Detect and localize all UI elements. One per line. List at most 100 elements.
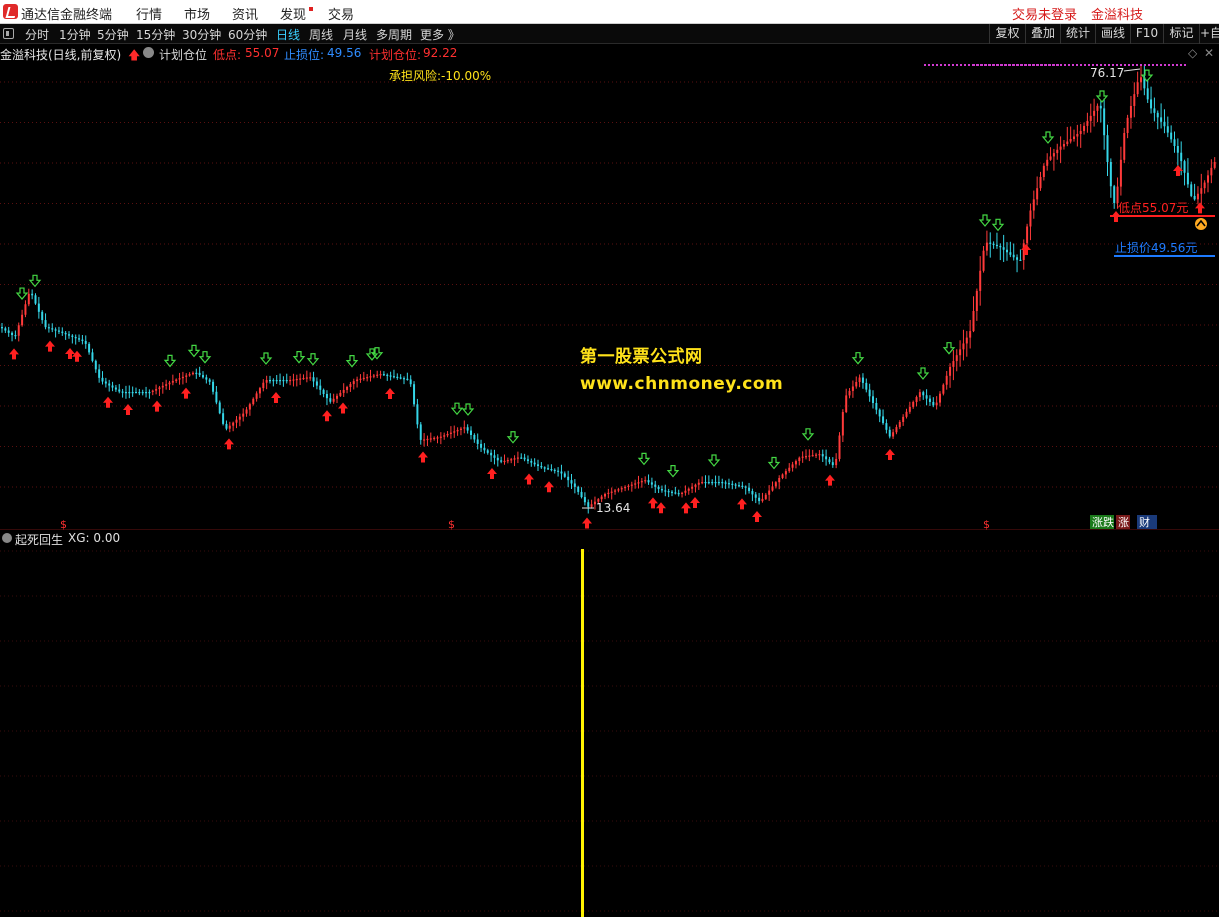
stock-name-link[interactable]: 金溢科技 (1091, 4, 1143, 23)
candle-body (453, 431, 456, 433)
candlestick-chart[interactable]: 76.17 13.64 低点55.07元止损价49.56元 $ $ $ 涨跌涨财 (0, 62, 1219, 530)
candle-body (419, 424, 422, 440)
candle-body (771, 486, 774, 491)
menu-item-discover[interactable]: 发现 (280, 4, 306, 23)
period-tab-daily[interactable]: 日线 (276, 26, 300, 43)
panel-toggle-icon[interactable] (3, 28, 14, 39)
period-tab-monthly[interactable]: 月线 (343, 26, 367, 43)
draw-line-button[interactable]: 画线 (1095, 24, 1130, 44)
candle-body (1032, 199, 1035, 211)
period-tab-15min[interactable]: 15分钟 (136, 26, 175, 43)
candle-body (248, 404, 251, 410)
top-dot-marker (948, 64, 950, 66)
candle-body (895, 427, 898, 433)
period-tab-multi[interactable]: 多周期 (376, 26, 412, 43)
candle-body (506, 460, 509, 462)
top-dot-marker (980, 64, 983, 66)
candle-body (778, 478, 781, 483)
top-dot-marker (1048, 64, 1051, 66)
candle-body (928, 398, 931, 402)
candle-body (744, 486, 747, 488)
buy-arrow-icon (152, 400, 162, 412)
candle-body (406, 378, 409, 380)
app-name: 通达信金融终端 (21, 8, 113, 23)
period-tab-intraday[interactable]: 分时 (25, 26, 49, 43)
period-tab-5min[interactable]: 5分钟 (97, 26, 129, 43)
candle-body (188, 374, 191, 376)
buy-arrow-icon (656, 502, 666, 514)
indicator-xg-value: XG: 0.00 (68, 531, 121, 545)
menu-item-market[interactable]: 市场 (184, 4, 210, 23)
chart-info-line: 金溢科技(日线,前复权) 🡅 计划仓位 低点: 55.07 止损位: 49.56… (0, 45, 1219, 62)
statistics-button[interactable]: 统计 (1060, 24, 1095, 44)
period-tab-60min[interactable]: 60分钟 (228, 26, 267, 43)
candle-body (721, 482, 724, 484)
candle-body (567, 476, 570, 481)
candle-body (610, 491, 613, 493)
overlay-button[interactable]: 叠加 (1025, 24, 1060, 44)
candle-body (1066, 141, 1069, 145)
top-dot-marker (1040, 64, 1043, 66)
candle-body (905, 411, 908, 417)
candle-body (191, 372, 194, 375)
candle-body (1039, 177, 1042, 189)
dividend-marker[interactable]: $ (448, 518, 455, 530)
formula-dropdown-icon[interactable] (143, 47, 154, 58)
candle-body (898, 421, 901, 428)
top-dot-marker (964, 64, 966, 66)
candle-body (71, 335, 74, 337)
candle-body (269, 380, 271, 382)
period-tab-30min[interactable]: 30分钟 (182, 26, 221, 43)
close-icon[interactable]: ✕ (1204, 46, 1214, 60)
period-tab-more[interactable]: 更多 》 (420, 26, 460, 43)
adjust-price-button[interactable]: 复权 (989, 24, 1025, 44)
candle-body (825, 456, 828, 460)
candle-body (165, 384, 168, 386)
candle-body (563, 473, 566, 477)
low-price-label: 13.64 (596, 501, 630, 515)
candle-body (114, 387, 117, 390)
f10-button[interactable]: F10 (1130, 24, 1163, 44)
menu-item-news[interactable]: 资讯 (232, 4, 258, 23)
candle-body (212, 381, 215, 392)
candle-body (815, 454, 818, 456)
menu-item-trade[interactable]: 交易 (328, 4, 354, 23)
login-status-link[interactable]: 交易未登录 (1012, 4, 1077, 23)
candle-body (399, 377, 402, 379)
candle-body (630, 484, 633, 486)
candle-body (1106, 135, 1109, 162)
candle-body (717, 482, 720, 484)
candle-body (218, 402, 221, 414)
mark-button[interactable]: 标记 (1163, 24, 1199, 44)
add-watchlist-button[interactable]: +自 (1199, 24, 1219, 44)
candle-body (530, 460, 533, 463)
candle-body (691, 486, 694, 489)
top-dot-marker (996, 64, 999, 66)
candle-body (423, 439, 426, 441)
candle-body (942, 384, 945, 394)
buy-arrow-icon (65, 348, 75, 359)
top-dot-marker (960, 64, 962, 66)
menu-item-market-quotes[interactable]: 行情 (136, 4, 162, 23)
dividend-marker[interactable]: $ (983, 518, 990, 530)
candle-body (604, 494, 606, 497)
candle-body (580, 491, 583, 498)
period-tab-weekly[interactable]: 周线 (309, 26, 333, 43)
candle-body (473, 435, 476, 440)
candle-body (1099, 105, 1102, 109)
sell-arrow-icon (506, 431, 520, 444)
diamond-icon[interactable]: ◇ (1188, 46, 1197, 60)
candle-body (892, 432, 895, 437)
period-tab-1min[interactable]: 1分钟 (59, 26, 91, 43)
candle-body (138, 392, 141, 394)
candle-body (175, 379, 178, 382)
candle-body (848, 390, 851, 396)
candle-body (372, 375, 375, 377)
indicator-dropdown-icon[interactable] (2, 533, 12, 543)
candle-body (496, 457, 499, 461)
indicator-chart[interactable] (0, 531, 1219, 917)
dividend-marker[interactable]: $ (60, 518, 67, 530)
low-point-label: 低点55.07元 (1118, 201, 1188, 215)
candle-body (41, 311, 44, 321)
candle-body (516, 457, 519, 459)
